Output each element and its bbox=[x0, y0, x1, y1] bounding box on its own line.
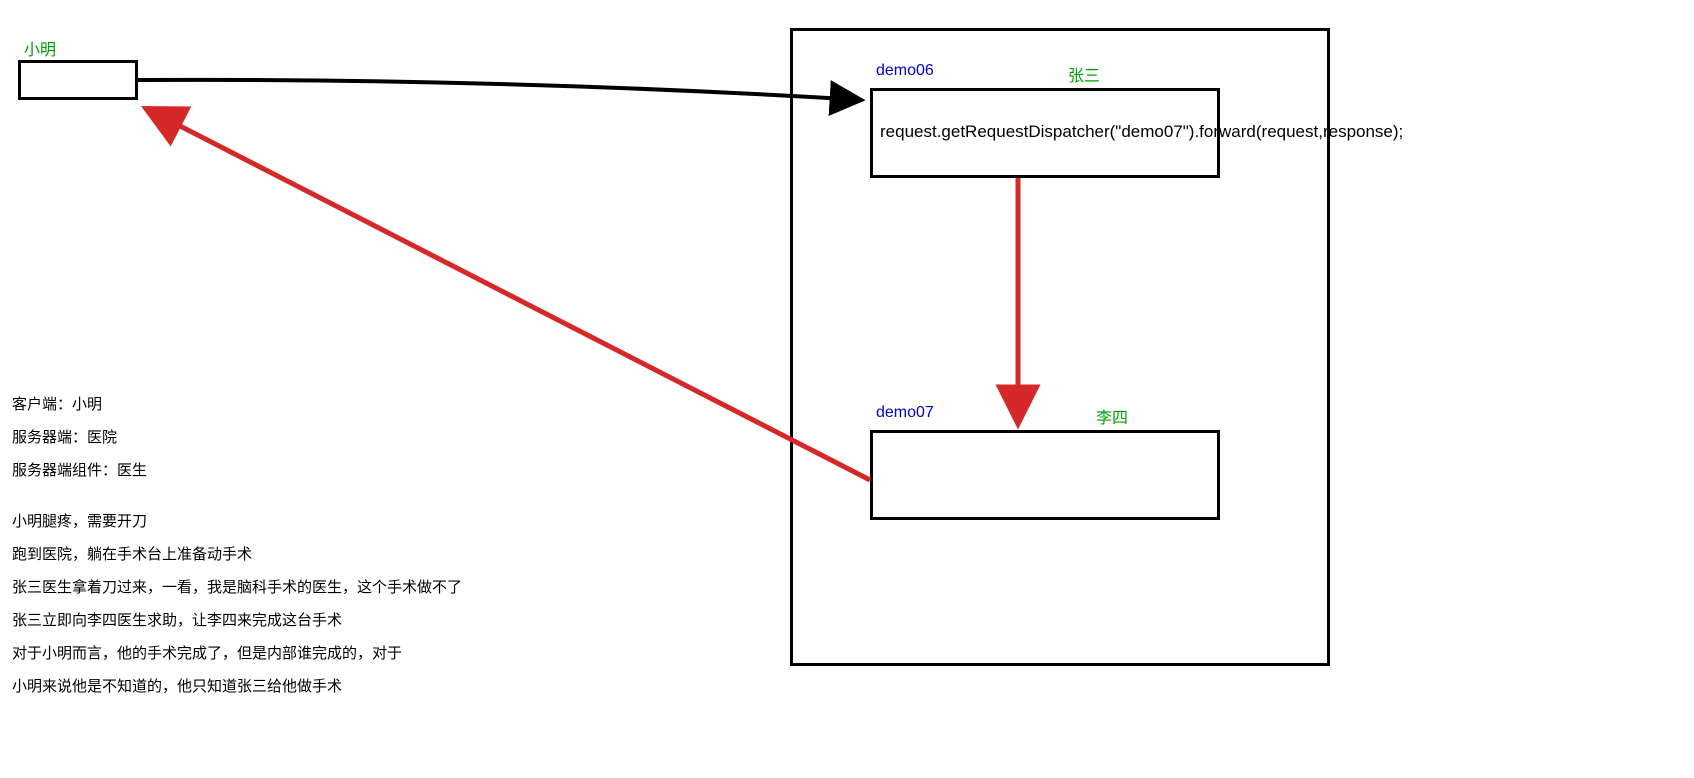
demo06-code-text: request.getRequestDispatcher("demo07").f… bbox=[880, 122, 1403, 142]
demo07-box bbox=[870, 430, 1220, 520]
arrow-request bbox=[138, 80, 862, 100]
story-line-1: 小明腿疼，需要开刀 bbox=[12, 505, 462, 538]
explanation-block: 客户端：小明 服务器端：医院 服务器端组件：医生 小明腿疼，需要开刀 跑到医院，… bbox=[12, 388, 462, 703]
legend-server: 服务器端：医院 bbox=[12, 421, 462, 454]
demo07-name-label: 李四 bbox=[1096, 404, 1128, 428]
demo06-id-label: demo06 bbox=[876, 62, 934, 80]
legend-client: 客户端：小明 bbox=[12, 388, 462, 421]
story-line-5: 对于小明而言，他的手术完成了，但是内部谁完成的，对于 bbox=[12, 637, 462, 670]
story-line-3: 张三医生拿着刀过来，一看，我是脑科手术的医生，这个手术做不了 bbox=[12, 571, 462, 604]
client-label: 小明 bbox=[24, 36, 56, 60]
story-line-4: 张三立即向李四医生求助，让李四来完成这台手术 bbox=[12, 604, 462, 637]
demo07-id-label: demo07 bbox=[876, 404, 934, 422]
story-line-2: 跑到医院，躺在手术台上准备动手术 bbox=[12, 538, 462, 571]
demo06-name-label: 张三 bbox=[1068, 62, 1100, 86]
client-box bbox=[18, 60, 138, 100]
legend-component: 服务器端组件：医生 bbox=[12, 454, 462, 487]
story-line-6: 小明来说他是不知道的，他只知道张三给他做手术 bbox=[12, 670, 462, 703]
